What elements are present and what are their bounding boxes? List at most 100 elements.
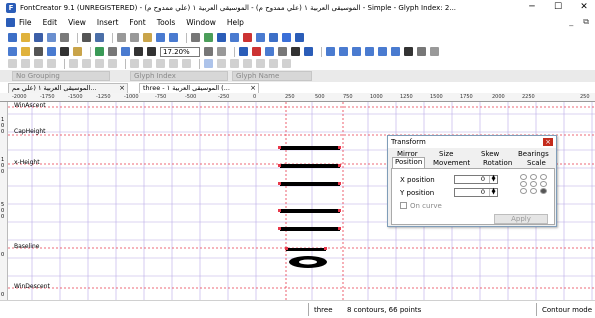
tab-glyph-three[interactable]: three - الموسيقى العربية ١ (... × <box>139 83 259 93</box>
preview-icon[interactable] <box>217 47 226 56</box>
outline-icon[interactable] <box>108 47 117 56</box>
distribute-icon[interactable] <box>391 47 400 56</box>
undo-icon[interactable] <box>156 33 165 42</box>
anchor-bottom-right[interactable] <box>540 188 547 194</box>
fill-icon[interactable] <box>121 47 130 56</box>
x-position-spinner[interactable]: ▲ ▼ <box>489 175 497 183</box>
flip-icon[interactable] <box>417 47 426 56</box>
wizard-icon[interactable] <box>256 33 265 42</box>
maximize-icon[interactable]: ☐ <box>551 2 565 12</box>
transform-icon[interactable] <box>269 59 278 68</box>
tab-scale[interactable]: Scale <box>527 159 546 167</box>
intersect-icon[interactable] <box>95 59 104 68</box>
menu-help[interactable]: Help <box>227 18 244 27</box>
rotate-icon[interactable] <box>430 47 439 56</box>
metrics-icon[interactable] <box>217 33 226 42</box>
align-right-icon[interactable] <box>352 47 361 56</box>
composite-icon[interactable] <box>204 59 213 68</box>
tab-skew[interactable]: Skew <box>481 150 499 158</box>
align-bottom-icon[interactable] <box>378 47 387 56</box>
kerning-icon[interactable] <box>230 33 239 42</box>
anchor-icon[interactable] <box>404 47 413 56</box>
tab-bearings[interactable]: Bearings <box>518 150 549 158</box>
tab-font-overview[interactable]: الموسيقى العربية ١ (علي مم... × <box>8 83 128 93</box>
interpolate-icon[interactable] <box>169 59 178 68</box>
remove-point-icon[interactable] <box>34 59 43 68</box>
apply-button[interactable]: Apply <box>494 214 548 224</box>
anchor-top-right[interactable] <box>540 174 547 180</box>
point-tool-icon[interactable] <box>8 59 17 68</box>
validate-icon[interactable] <box>204 33 213 42</box>
anchor-middle-left[interactable] <box>520 181 527 187</box>
contour-points[interactable] <box>278 146 341 250</box>
menu-font[interactable]: Font <box>129 18 145 27</box>
measure-icon[interactable] <box>256 59 265 68</box>
heart-icon[interactable] <box>243 33 252 42</box>
zoom-fit-icon[interactable] <box>204 47 213 56</box>
anchor-bottom-center[interactable] <box>530 188 537 194</box>
grid-icon[interactable] <box>95 47 104 56</box>
point-icon[interactable] <box>252 47 261 56</box>
tab-close-icon[interactable]: × <box>119 84 125 93</box>
subtract-icon[interactable] <box>82 59 91 68</box>
open-icon[interactable] <box>21 33 30 42</box>
glyph-three[interactable] <box>280 146 340 268</box>
pen-icon[interactable] <box>47 47 56 56</box>
anchor-middle-right[interactable] <box>540 181 547 187</box>
dialog-close-icon[interactable]: × <box>543 138 553 146</box>
knife-icon[interactable] <box>60 47 69 56</box>
close-icon[interactable]: ✕ <box>577 2 591 12</box>
anchor-center[interactable] <box>530 181 537 187</box>
copy-icon[interactable] <box>130 33 139 42</box>
ellipse-icon[interactable] <box>304 47 313 56</box>
paste-icon[interactable] <box>143 33 152 42</box>
anchor-top-left[interactable] <box>520 174 527 180</box>
hand-icon[interactable] <box>34 47 43 56</box>
decompose-icon[interactable] <box>217 59 226 68</box>
stem-icon[interactable] <box>143 59 152 68</box>
zoom-select[interactable]: 17.20% <box>160 46 200 57</box>
snap-icon[interactable] <box>243 59 252 68</box>
add-point-icon[interactable] <box>21 59 30 68</box>
tab-rotation[interactable]: Rotation <box>483 159 512 167</box>
text-icon[interactable] <box>295 33 304 42</box>
save-all-icon[interactable] <box>47 33 56 42</box>
menu-window[interactable]: Window <box>186 18 216 27</box>
font-info-icon[interactable] <box>82 33 91 42</box>
menu-tools[interactable]: Tools <box>157 18 175 27</box>
cut-icon[interactable] <box>117 33 126 42</box>
zoom-in-icon[interactable] <box>134 47 143 56</box>
delta-icon[interactable] <box>182 59 191 68</box>
grouping-select[interactable]: No Grouping <box>12 71 110 81</box>
redo-icon[interactable] <box>169 33 178 42</box>
hint-icon[interactable] <box>130 59 139 68</box>
tab-size[interactable]: Size <box>439 150 453 158</box>
menu-edit[interactable]: Edit <box>43 18 58 27</box>
effects-icon[interactable] <box>282 59 291 68</box>
menu-insert[interactable]: Insert <box>97 18 119 27</box>
tab-movement[interactable]: Movement <box>433 159 470 167</box>
print-icon[interactable] <box>60 33 69 42</box>
glyph-name-select[interactable]: Glyph Name <box>232 71 312 81</box>
menu-view[interactable]: View <box>68 18 86 27</box>
test-icon[interactable] <box>269 33 278 42</box>
on-curve-checkbox[interactable] <box>400 202 407 209</box>
y-position-input[interactable]: 0 ▲ ▼ <box>454 188 498 197</box>
curve-icon[interactable] <box>278 47 287 56</box>
bulb-icon[interactable] <box>21 47 30 56</box>
rectangle-icon[interactable] <box>291 47 300 56</box>
doc-restore-icon[interactable]: ⧉ <box>583 17 589 27</box>
find-icon[interactable] <box>95 33 104 42</box>
align-top-icon[interactable] <box>365 47 374 56</box>
menu-file[interactable]: File <box>19 18 32 27</box>
minimize-icon[interactable]: ─ <box>525 2 539 12</box>
document-icon[interactable] <box>6 18 15 27</box>
component-icon[interactable] <box>230 59 239 68</box>
union-icon[interactable] <box>69 59 78 68</box>
align-center-icon[interactable] <box>339 47 348 56</box>
exclude-icon[interactable] <box>108 59 117 68</box>
glyph-index-select[interactable]: Glyph Index <box>130 71 228 81</box>
tab-close-icon[interactable]: × <box>250 84 256 93</box>
pointer-icon[interactable] <box>8 47 17 56</box>
line-icon[interactable] <box>265 47 274 56</box>
